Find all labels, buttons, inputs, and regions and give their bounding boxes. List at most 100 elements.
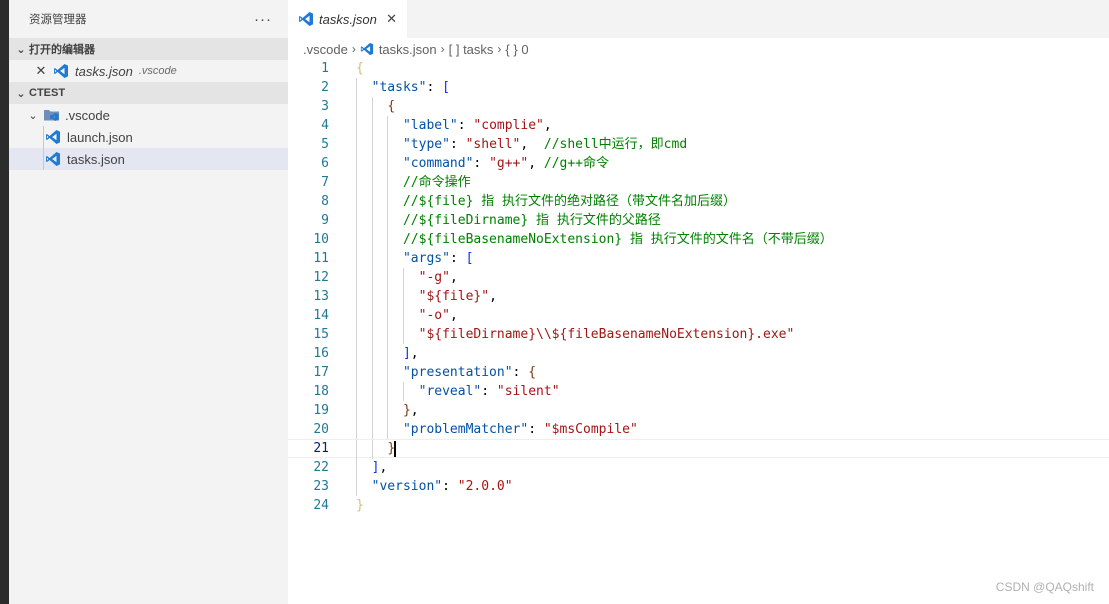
code-line[interactable]: 20 "problemMatcher": "$msCompile": [288, 420, 1109, 439]
code-line[interactable]: 21 }: [288, 439, 1109, 459]
chevron-down-icon: ⌄: [28, 109, 38, 122]
folder-item-vscode[interactable]: ⌄ .vscode: [9, 104, 288, 126]
line-number: 19: [313, 403, 329, 418]
code-token: {: [356, 61, 364, 76]
code-token: :: [473, 156, 490, 171]
code-text: "reveal": "silent": [356, 382, 560, 401]
code-token: ,: [449, 308, 458, 323]
code-token: "presentation": [402, 365, 513, 380]
line-number: 3: [321, 99, 329, 114]
code-line[interactable]: 13 "${file}",: [288, 287, 1109, 306]
code-line[interactable]: 18 "reveal": "silent": [288, 382, 1109, 401]
breadcrumb-array[interactable]: [ ] tasks: [449, 42, 494, 57]
editor-area: tasks.json ✕ .vscode › tasks.json › [ ] …: [288, 0, 1109, 604]
code-line[interactable]: 1{: [288, 59, 1109, 78]
code-token: "g++": [489, 156, 529, 171]
vscode-file-icon: [54, 64, 68, 78]
tab-bar: tasks.json ✕: [288, 0, 1109, 38]
code-line[interactable]: 4 "label": "complie",: [288, 116, 1109, 135]
code-token: "shell": [465, 137, 521, 152]
code-line[interactable]: 9 //${fileDirname} 指 执行文件的父路径: [288, 211, 1109, 230]
code-line[interactable]: 23 "version": "2.0.0": [288, 477, 1109, 496]
line-number: 1: [321, 61, 329, 76]
file-item-tasks-json[interactable]: tasks.json: [9, 148, 288, 170]
code-line[interactable]: 11 "args": [: [288, 249, 1109, 268]
open-editor-item[interactable]: ✕ tasks.json .vscode: [9, 60, 288, 82]
code-token: :: [457, 118, 474, 133]
code-line[interactable]: 5 "type": "shell", //shell中运行，即cmd: [288, 135, 1109, 154]
code-token: {: [387, 99, 396, 114]
code-text: }: [356, 496, 364, 515]
code-text: "${fileDirname}\\${fileBasenameNoExtensi…: [356, 325, 795, 344]
tab-tasks-json[interactable]: tasks.json ✕: [288, 0, 407, 38]
line-number: 5: [321, 137, 329, 152]
file-item-launch-json[interactable]: launch.json: [9, 126, 288, 148]
code-text: //${file} 指 执行文件的绝对路径（带文件名加后缀）: [356, 192, 736, 211]
code-line[interactable]: 15 "${fileDirname}\\${fileBasenameNoExte…: [288, 325, 1109, 344]
file-name: tasks.json: [67, 151, 125, 167]
line-number: 2: [321, 80, 329, 95]
code-token: "version": [371, 479, 443, 494]
code-line[interactable]: 10 //${fileBasenameNoExtension} 指 执行文件的文…: [288, 230, 1109, 249]
watermark: CSDN @QAQshift: [995, 580, 1094, 594]
explorer-sidebar: 资源管理器 ··· ⌄ 打开的编辑器 ✕ tasks.json .vscode …: [9, 0, 288, 604]
open-editors-header[interactable]: ⌄ 打开的编辑器: [9, 38, 288, 60]
code-token: "-o": [418, 308, 450, 323]
line-number: 18: [313, 384, 329, 399]
code-token: [: [442, 80, 450, 95]
line-number: 20: [313, 422, 329, 437]
code-token: ,: [528, 156, 544, 171]
open-editor-name: tasks.json: [75, 63, 133, 79]
code-token: //${fileBasenameNoExtension} 指 执行文件的文件名（…: [402, 232, 833, 247]
code-token: :: [481, 384, 497, 399]
workspace-header[interactable]: ⌄ CTEST: [9, 82, 288, 104]
breadcrumb-object[interactable]: { } 0: [505, 42, 528, 57]
code-line[interactable]: 22 ],: [288, 458, 1109, 477]
close-icon[interactable]: ✕: [386, 11, 397, 27]
code-text: "type": "shell", //shell中运行，即cmd: [356, 135, 687, 154]
line-number: 17: [313, 365, 329, 380]
code-token: :: [426, 80, 443, 95]
code-line[interactable]: 24}: [288, 496, 1109, 515]
code-line[interactable]: 7 //命令操作: [288, 173, 1109, 192]
code-line[interactable]: 8 //${file} 指 执行文件的绝对路径（带文件名加后缀）: [288, 192, 1109, 211]
code-text: "problemMatcher": "$msCompile": [356, 420, 638, 439]
line-number: 21: [313, 441, 329, 456]
code-token: //${fileDirname} 指 执行文件的父路径: [402, 213, 661, 228]
breadcrumb-file[interactable]: tasks.json: [379, 42, 437, 57]
code-text: "-o",: [356, 306, 458, 325]
line-number: 12: [313, 270, 329, 285]
code-text: "tasks": [: [356, 78, 450, 97]
code-line[interactable]: 6 "command": "g++", //g++命令: [288, 154, 1109, 173]
code-line[interactable]: 2 "tasks": [: [288, 78, 1109, 97]
line-number: 9: [321, 213, 329, 228]
code-line[interactable]: 3 {: [288, 97, 1109, 116]
line-number: 8: [321, 194, 329, 209]
code-token: ,: [379, 460, 388, 475]
code-line[interactable]: 19 },: [288, 401, 1109, 420]
code-line[interactable]: 17 "presentation": {: [288, 363, 1109, 382]
code-text: "${file}",: [356, 287, 497, 306]
open-editor-dir: .vscode: [138, 65, 177, 77]
code-editor[interactable]: 1{2 "tasks": [3 {4 "label": "complie", 5 …: [288, 59, 1109, 515]
close-icon[interactable]: ✕: [33, 63, 49, 79]
code-token: }: [402, 403, 411, 418]
code-line[interactable]: 14 "-o",: [288, 306, 1109, 325]
code-token: //shell中运行，即cmd: [543, 137, 688, 152]
breadcrumb-folder[interactable]: .vscode: [303, 42, 348, 57]
code-token: "-g": [418, 270, 450, 285]
more-actions-icon[interactable]: ···: [254, 12, 272, 27]
code-line[interactable]: 12 "-g",: [288, 268, 1109, 287]
code-token: //命令操作: [402, 175, 471, 190]
code-line[interactable]: 16 ],: [288, 344, 1109, 363]
